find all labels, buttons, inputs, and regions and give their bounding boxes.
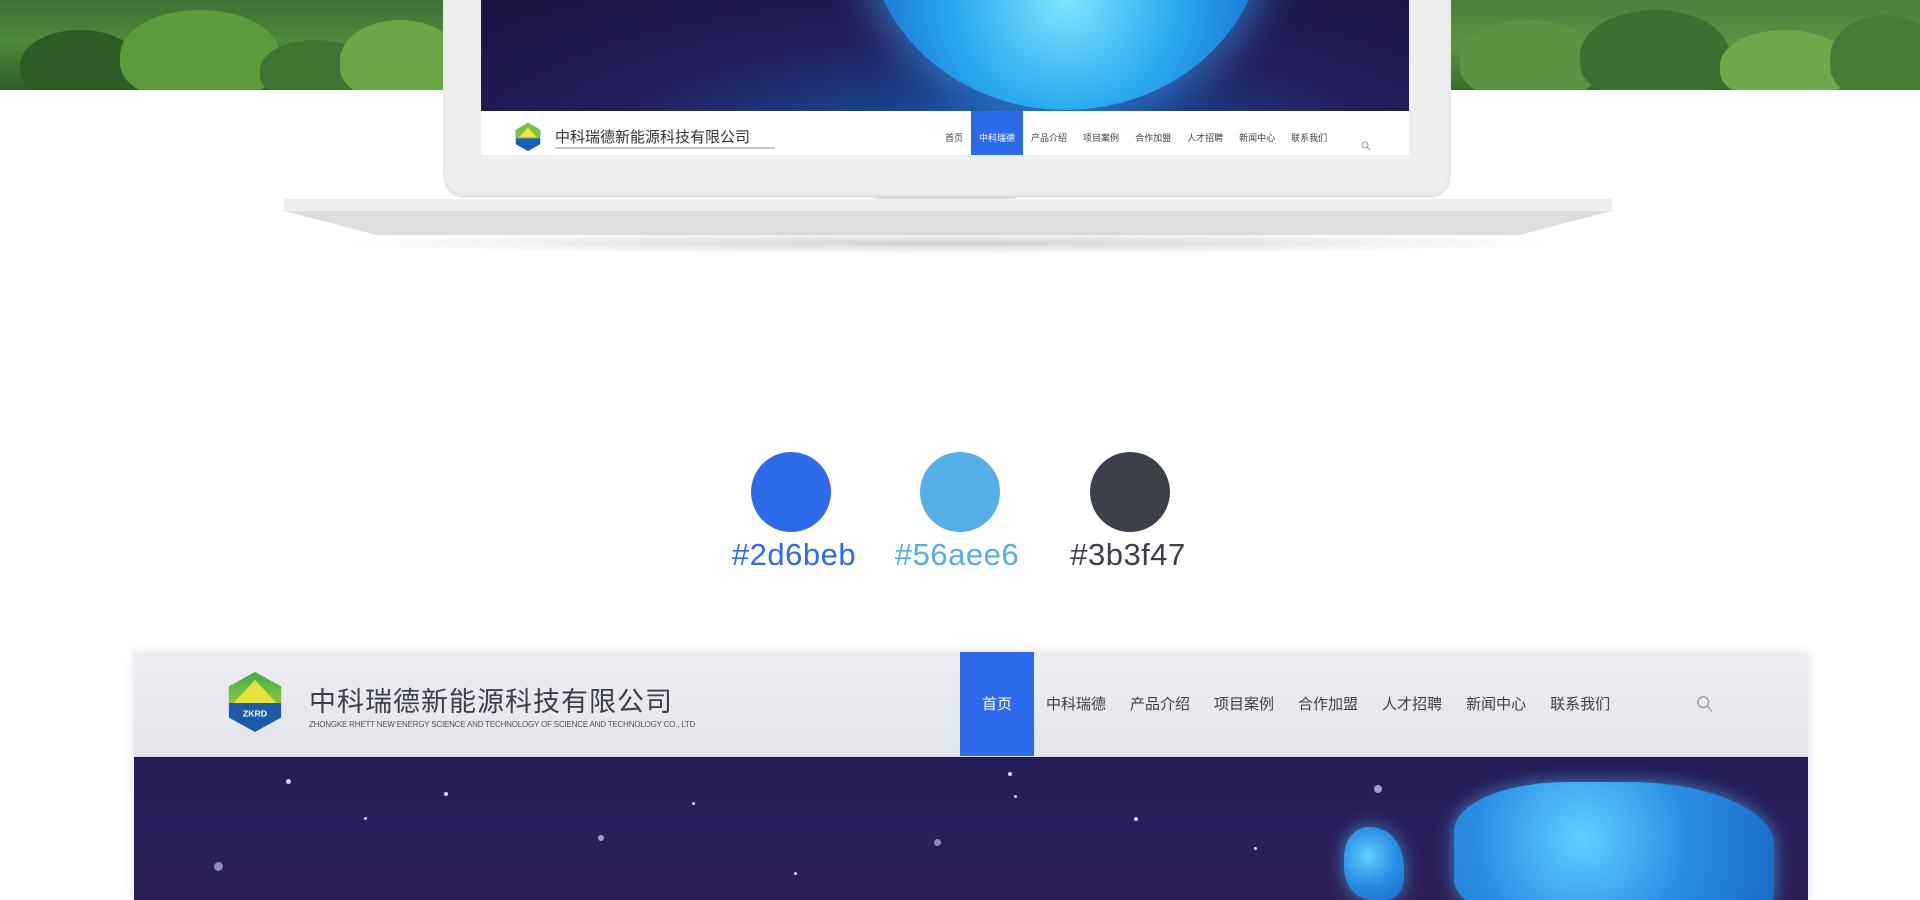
- site-nav-bar: ZKRD 中科瑞德新能源科技有限公司 ZHONGKE RHETT NEW ENE…: [134, 652, 1808, 757]
- forest-banner-right: [1450, 0, 1920, 90]
- mini-company-name: 中科瑞德新能源科技有限公司: [555, 128, 751, 146]
- nav-item-contact[interactable]: 联系我们: [1538, 652, 1622, 756]
- mini-nav-item-cooperation[interactable]: 合作加盟: [1127, 111, 1179, 155]
- hero-continent-small: [1344, 827, 1404, 900]
- screen-hero-banner: [481, 0, 1409, 111]
- nav-item-cooperation[interactable]: 合作加盟: [1286, 652, 1370, 756]
- nav-item-projects[interactable]: 项目案例: [1202, 652, 1286, 756]
- nav-item-careers[interactable]: 人才招聘: [1370, 652, 1454, 756]
- zkrd-logo-icon[interactable]: ZKRD: [226, 670, 284, 734]
- mini-nav-item-projects[interactable]: 项目案例: [1075, 111, 1127, 155]
- mini-nav-item-careers[interactable]: 人才招聘: [1179, 111, 1231, 155]
- mini-nav-item-home[interactable]: 首页: [937, 111, 971, 155]
- nav-item-home[interactable]: 首页: [960, 652, 1034, 756]
- site-nav-menu: 首页 中科瑞德 产品介绍 项目案例 合作加盟 人才招聘 新闻中心 联系我们: [960, 652, 1622, 756]
- mini-nav-item-products[interactable]: 产品介绍: [1023, 111, 1075, 155]
- mini-company-subtitle-line: [555, 147, 775, 149]
- search-icon[interactable]: [1696, 695, 1714, 713]
- color-swatch-secondary: [920, 452, 1000, 532]
- mini-site-nav: 中科瑞德新能源科技有限公司 首页 中科瑞德 产品介绍 项目案例 合作加盟 人才招…: [481, 111, 1409, 155]
- nav-item-news[interactable]: 新闻中心: [1454, 652, 1538, 756]
- company-name: 中科瑞德新能源科技有限公司: [309, 687, 673, 718]
- mini-nav-item-zkrd[interactable]: 中科瑞德: [971, 111, 1024, 155]
- color-swatch-dark: [1090, 452, 1170, 532]
- hero-continent-large: [1454, 782, 1774, 900]
- nav-item-zkrd[interactable]: 中科瑞德: [1034, 652, 1118, 756]
- color-label-dark: #3b3f47: [1070, 537, 1186, 572]
- color-label-secondary: #56aee6: [894, 537, 1020, 572]
- mini-search-icon[interactable]: [1361, 141, 1371, 151]
- zkrd-logo-icon: [515, 122, 541, 152]
- laptop-shadow: [330, 232, 1570, 254]
- laptop-screen: 中科瑞德新能源科技有限公司 首页 中科瑞德 产品介绍 项目案例 合作加盟 人才招…: [481, 0, 1409, 155]
- website-preview: ZKRD 中科瑞德新能源科技有限公司 ZHONGKE RHETT NEW ENE…: [134, 652, 1808, 900]
- color-swatch-primary: [751, 452, 831, 532]
- site-hero-banner: [134, 757, 1808, 900]
- forest-banner-left: [0, 0, 445, 90]
- logo-text: ZKRD: [243, 709, 267, 719]
- company-subtitle: ZHONGKE RHETT NEW ENERGY SCIENCE AND TEC…: [309, 720, 696, 729]
- globe-image: [866, 0, 1266, 110]
- mini-nav-menu: 首页 中科瑞德 产品介绍 项目案例 合作加盟 人才招聘 新闻中心 联系我们: [937, 111, 1335, 155]
- mini-nav-item-news[interactable]: 新闻中心: [1231, 111, 1283, 155]
- laptop-base-top: [284, 199, 1612, 211]
- mini-nav-item-contact[interactable]: 联系我们: [1283, 111, 1335, 155]
- nav-item-products[interactable]: 产品介绍: [1118, 652, 1202, 756]
